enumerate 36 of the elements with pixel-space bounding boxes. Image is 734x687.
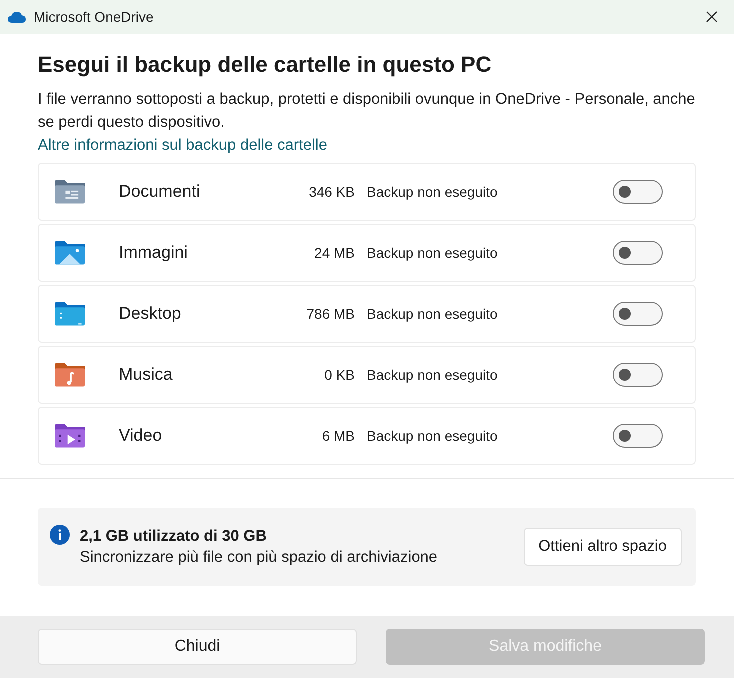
page-heading: Esegui il backup delle cartelle in questo PC: [38, 51, 493, 79]
cloud-icon: [8, 11, 26, 23]
folder-name: Desktop: [119, 304, 182, 324]
learn-more-link[interactable]: Altre informazioni sul backup delle cartelle: [38, 137, 328, 154]
close-button[interactable]: Chiudi: [38, 629, 357, 665]
folder-name: Immagini: [119, 243, 189, 263]
backup-toggle[interactable]: [613, 302, 663, 326]
folder-icon: [55, 241, 85, 265]
folder-size: 786 MB: [306, 306, 355, 322]
folder-name: Musica: [119, 365, 174, 385]
close-icon: [706, 11, 718, 23]
folder-size: 0 KB: [324, 367, 355, 383]
backup-toggle[interactable]: [613, 180, 663, 204]
backup-toggle[interactable]: [613, 424, 663, 448]
folder-size: 6 MB: [321, 428, 355, 444]
folder-icon: [55, 302, 85, 326]
storage-usage: 2,1 GB utilizzato di 30 GB: [80, 528, 268, 546]
backup-toggle[interactable]: [613, 241, 663, 265]
window-title: Microsoft OneDrive: [34, 9, 155, 25]
folder-icon: [55, 180, 85, 204]
folder-size: 24 MB: [314, 245, 355, 261]
get-more-storage-button[interactable]: Ottieni altro spazio: [524, 528, 682, 566]
info-icon: [50, 525, 70, 545]
backup-status: Backup non eseguito: [367, 184, 499, 200]
folder-icon: [55, 424, 85, 448]
folder-name: Documenti: [119, 182, 202, 202]
description: I file verranno sottoposti a backup, protetti e disponibili ovunque in OneDrive - Personale, anche se perdi questo dispositivo.: [38, 90, 696, 133]
folder-size: 346 KB: [308, 184, 355, 200]
backup-status: Backup non eseguito: [367, 367, 499, 383]
folder-icon: [55, 363, 85, 387]
backup-status: Backup non eseguito: [367, 245, 499, 261]
folder-name: Video: [119, 426, 164, 446]
backup-status: Backup non eseguito: [367, 306, 499, 322]
backup-toggle[interactable]: [613, 363, 663, 387]
backup-status: Backup non eseguito: [367, 428, 499, 444]
storage-message: Sincronizzare più file con più spazio di archiviazione: [80, 548, 439, 566]
